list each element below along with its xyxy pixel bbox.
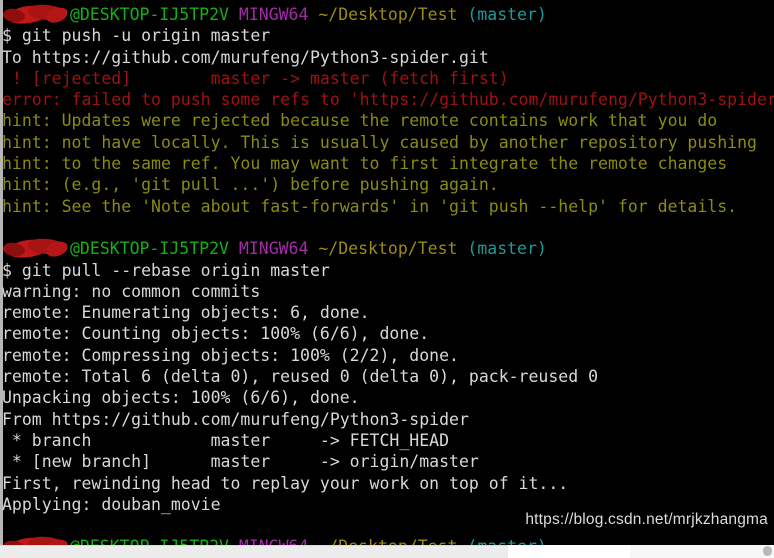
prompt-branch: (master) <box>467 537 546 545</box>
username-redaction-scribble <box>1 535 70 545</box>
username-redaction-scribble <box>1 237 70 260</box>
sliver-panel-right <box>630 545 774 558</box>
output-line: hint: not have locally. This is usually … <box>2 132 757 152</box>
prompt-line: @DESKTOP-IJ5TP2V MINGW64 ~/Desktop/Test … <box>1 237 772 260</box>
output-line: hint: Updates were rejected because the … <box>2 111 718 131</box>
prompt-host: @DESKTOP-IJ5TP2V <box>70 537 229 545</box>
output-line: hint: to the same ref. You may want to f… <box>2 154 728 174</box>
prompt-path: ~/Desktop/Test <box>318 239 458 259</box>
prompt-line: @DESKTOP-IJ5TP2V MINGW64 ~/Desktop/Test … <box>1 535 772 545</box>
prompt-host: @DESKTOP-IJ5TP2V <box>70 5 229 24</box>
output-line: error: failed to push some refs to 'http… <box>2 90 774 110</box>
prompt-shell: MINGW64 <box>239 537 309 545</box>
output-line: * branch master -> FETCH_HEAD <box>2 430 450 450</box>
terminal-window[interactable]: @DESKTOP-IJ5TP2V MINGW64 ~/Desktop/Test … <box>0 0 774 545</box>
prompt-symbol: $ <box>2 26 12 46</box>
prompt-shell: MINGW64 <box>238 5 309 24</box>
sliver-panel-middle <box>508 545 630 558</box>
prompt-path: ~/Desktop/Test <box>318 537 457 545</box>
output-line: hint: See the 'Note about fast-forwards'… <box>2 196 738 216</box>
prompt-branch: (master) <box>467 239 547 259</box>
prompt-host: @DESKTOP-IJ5TP2V <box>70 239 229 259</box>
output-line: warning: no common commits <box>2 281 261 301</box>
command-text: git pull --rebase origin master <box>21 260 330 280</box>
output-line: remote: Compressing objects: 100% (2/2),… <box>2 345 459 365</box>
prompt-shell: MINGW64 <box>238 239 309 259</box>
command-line[interactable]: $ git pull --rebase origin master <box>2 260 772 281</box>
prompt-symbol: $ <box>2 260 12 280</box>
prompt-branch: (master) <box>467 5 547 24</box>
output-line: From https://github.com/murufeng/Python3… <box>2 409 469 429</box>
background-window-sliver <box>0 545 774 558</box>
terminal-screen[interactable]: @DESKTOP-IJ5TP2V MINGW64 ~/Desktop/Test … <box>1 3 774 545</box>
scrollbar-thumb[interactable] <box>763 546 772 556</box>
prompt-path: ~/Desktop/Test <box>318 5 458 24</box>
output-line: hint: (e.g., 'git pull ...') before push… <box>2 175 499 195</box>
username-redaction-scribble <box>1 3 70 26</box>
output-line: remote: Counting objects: 100% (6/6), do… <box>2 324 430 344</box>
output-line: Unpacking objects: 100% (6/6), done. <box>2 388 360 408</box>
csdn-blog-watermark: https://blog.csdn.net/mrjkzhangma <box>525 511 768 528</box>
sliver-panel-left <box>0 545 508 558</box>
command-line[interactable]: $ git push -u origin master <box>2 25 772 46</box>
output-line: remote: Total 6 (delta 0), reused 0 (del… <box>2 367 599 387</box>
output-line: To https://github.com/murufeng/Python3-s… <box>2 47 489 67</box>
output-line: * [new branch] master -> origin/master <box>2 452 479 472</box>
command-text: git push -u origin master <box>21 26 271 46</box>
output-line: remote: Enumerating objects: 6, done. <box>2 303 370 323</box>
output-line: ! [rejected] master -> master (fetch fir… <box>2 68 509 88</box>
prompt-line: @DESKTOP-IJ5TP2V MINGW64 ~/Desktop/Test … <box>1 3 772 26</box>
output-line: First, rewinding head to replay your wor… <box>2 473 569 493</box>
